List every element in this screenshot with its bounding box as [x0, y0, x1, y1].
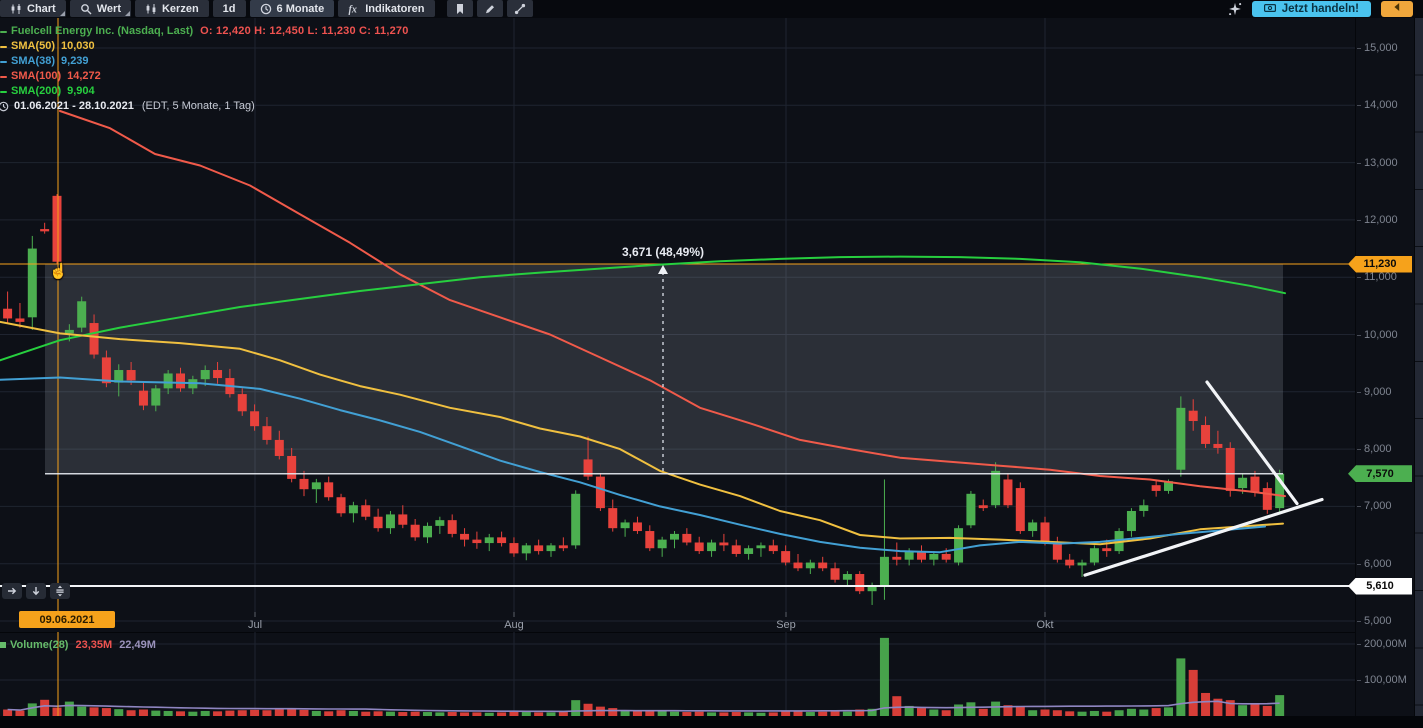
arrow-down-mini-button[interactable] [26, 583, 46, 599]
legend-range-row: 01.06.2021 - 28.10.2021 (EDT, 5 Monate, … [0, 99, 409, 114]
collapse-left-icon [1391, 0, 1403, 18]
toolbar-right-group: Jetzt handeln! [1228, 0, 1423, 18]
pencil-tool-button[interactable] [477, 0, 503, 17]
crosshair-price-tag: 11,230 [1348, 256, 1412, 273]
volume-ma-value: 22,49M [119, 639, 156, 651]
legend-indicator-row[interactable]: SMA(200)9,904 [0, 84, 409, 99]
ohlc-values: O: 12,420 H: 12,450 L: 11,230 C: 11,270 [200, 24, 408, 39]
trading-chart-app: ChartWertKerzen1d6 MonatefxIndikatoren J… [0, 0, 1423, 728]
measurement-box [45, 264, 1283, 474]
volume-legend[interactable]: Volume(28) 23,35M 22,49M [0, 639, 156, 651]
arrow-right-mini-button[interactable] [2, 583, 22, 599]
trade-now-button[interactable]: Jetzt handeln! [1252, 1, 1371, 17]
measurement-label: 3,671 (48,49%) [622, 245, 704, 259]
mouse-cursor-hand: ☝ [49, 262, 68, 280]
price-axis-label: 15,000 [1364, 41, 1398, 55]
indicator-marker-icon [0, 61, 7, 63]
series-marker-icon [0, 31, 7, 33]
date-range: 01.06.2021 - 28.10.2021 [14, 99, 134, 114]
legend-indicator-row[interactable]: SMA(50)10,030 [0, 39, 409, 54]
price-axis-label: 14,000 [1364, 98, 1398, 112]
price-axis-label: 12,000 [1364, 213, 1398, 227]
price-axis-label: 9,000 [1364, 385, 1392, 399]
level-price-tag: 5,610 [1348, 578, 1412, 595]
candlestick-chart-icon [10, 3, 22, 15]
price-axis-label: 8,000 [1364, 442, 1392, 456]
crosshair-date-tag: 09.06.2021 [19, 611, 115, 628]
last-price-tag: 7,570 [1348, 465, 1412, 482]
indicator-marker-icon [0, 76, 7, 78]
volume-chart-canvas[interactable] [0, 632, 1355, 716]
bottom-strip [0, 716, 1423, 728]
trend-line-tool-button[interactable] [507, 0, 533, 17]
toolbar-drawing-tools [447, 0, 533, 18]
volume-axis-label: 100,00M [1364, 673, 1407, 687]
legend-indicator-row[interactable]: SMA(100)14,272 [0, 69, 409, 84]
volume-marker-icon [0, 642, 6, 648]
top-toolbar: ChartWertKerzen1d6 MonatefxIndikatoren J… [0, 0, 1423, 18]
sparkles-icon[interactable] [1228, 2, 1242, 16]
toolbar-left-group: ChartWertKerzen1d6 MonatefxIndikatoren [0, 0, 435, 18]
volume-value: 23,35M [75, 639, 112, 651]
toolbar-button-wert[interactable]: Wert [70, 0, 131, 17]
price-axis[interactable]: 15,00014,00013,00012,00011,00010,0009,00… [1355, 18, 1415, 716]
symbol-name: Fuelcell Energy Inc. (Nasdaq, Last) [11, 24, 193, 39]
clock-icon [0, 101, 9, 112]
chart-mini-buttons [2, 583, 70, 599]
toolbar-button-1d[interactable]: 1d [213, 0, 246, 17]
volume-label: Volume(28) [10, 639, 68, 651]
clock-icon [260, 3, 272, 15]
svg-text:fx: fx [349, 4, 357, 15]
legend-indicator-rows: SMA(50)10,030SMA(38)9,239SMA(100)14,272S… [0, 39, 409, 99]
legend-indicator-row[interactable]: SMA(38)9,239 [0, 54, 409, 69]
legend-symbol-row[interactable]: Fuelcell Energy Inc. (Nasdaq, Last) O: 1… [0, 24, 409, 39]
date-range-suffix: (EDT, 5 Monate, 1 Tag) [142, 99, 255, 114]
toolbar-button-chart[interactable]: Chart [0, 0, 66, 17]
search-icon [80, 3, 92, 15]
price-axis-label: 6,000 [1364, 557, 1392, 571]
price-axis-label: 10,000 [1364, 328, 1398, 342]
toolbar-button-indikatoren[interactable]: fxIndikatoren [338, 0, 434, 17]
month-label: Jul [248, 619, 262, 631]
fx-icon: fx [348, 3, 360, 15]
collapse-panel-button[interactable] [1381, 1, 1413, 17]
unfold-mini-button[interactable] [50, 583, 70, 599]
volume-axis-label: 200,00M [1364, 637, 1407, 651]
price-axis-label: 7,000 [1364, 499, 1392, 513]
toolbar-button-6-monate[interactable]: 6 Monate [250, 0, 335, 17]
chart-legend: Fuelcell Energy Inc. (Nasdaq, Last) O: 1… [0, 24, 409, 114]
dropdown-corner-icon [125, 11, 130, 16]
toolbar-button-kerzen[interactable]: Kerzen [135, 0, 209, 17]
candles-icon [145, 3, 157, 15]
indicator-marker-icon [0, 46, 7, 48]
indicator-marker-icon [0, 91, 7, 93]
price-axis-label: 5,000 [1364, 614, 1392, 628]
banknote-icon [1264, 2, 1276, 17]
trade-now-label: Jetzt handeln! [1282, 3, 1359, 15]
month-label: Aug [504, 619, 524, 631]
month-label: Okt [1036, 619, 1053, 631]
price-axis-label: 13,000 [1364, 156, 1398, 170]
month-label: Sep [776, 619, 796, 631]
collapsed-panel-strip[interactable] [1414, 18, 1423, 716]
bookmark-tool-button[interactable] [447, 0, 473, 17]
dropdown-corner-icon [60, 11, 65, 16]
